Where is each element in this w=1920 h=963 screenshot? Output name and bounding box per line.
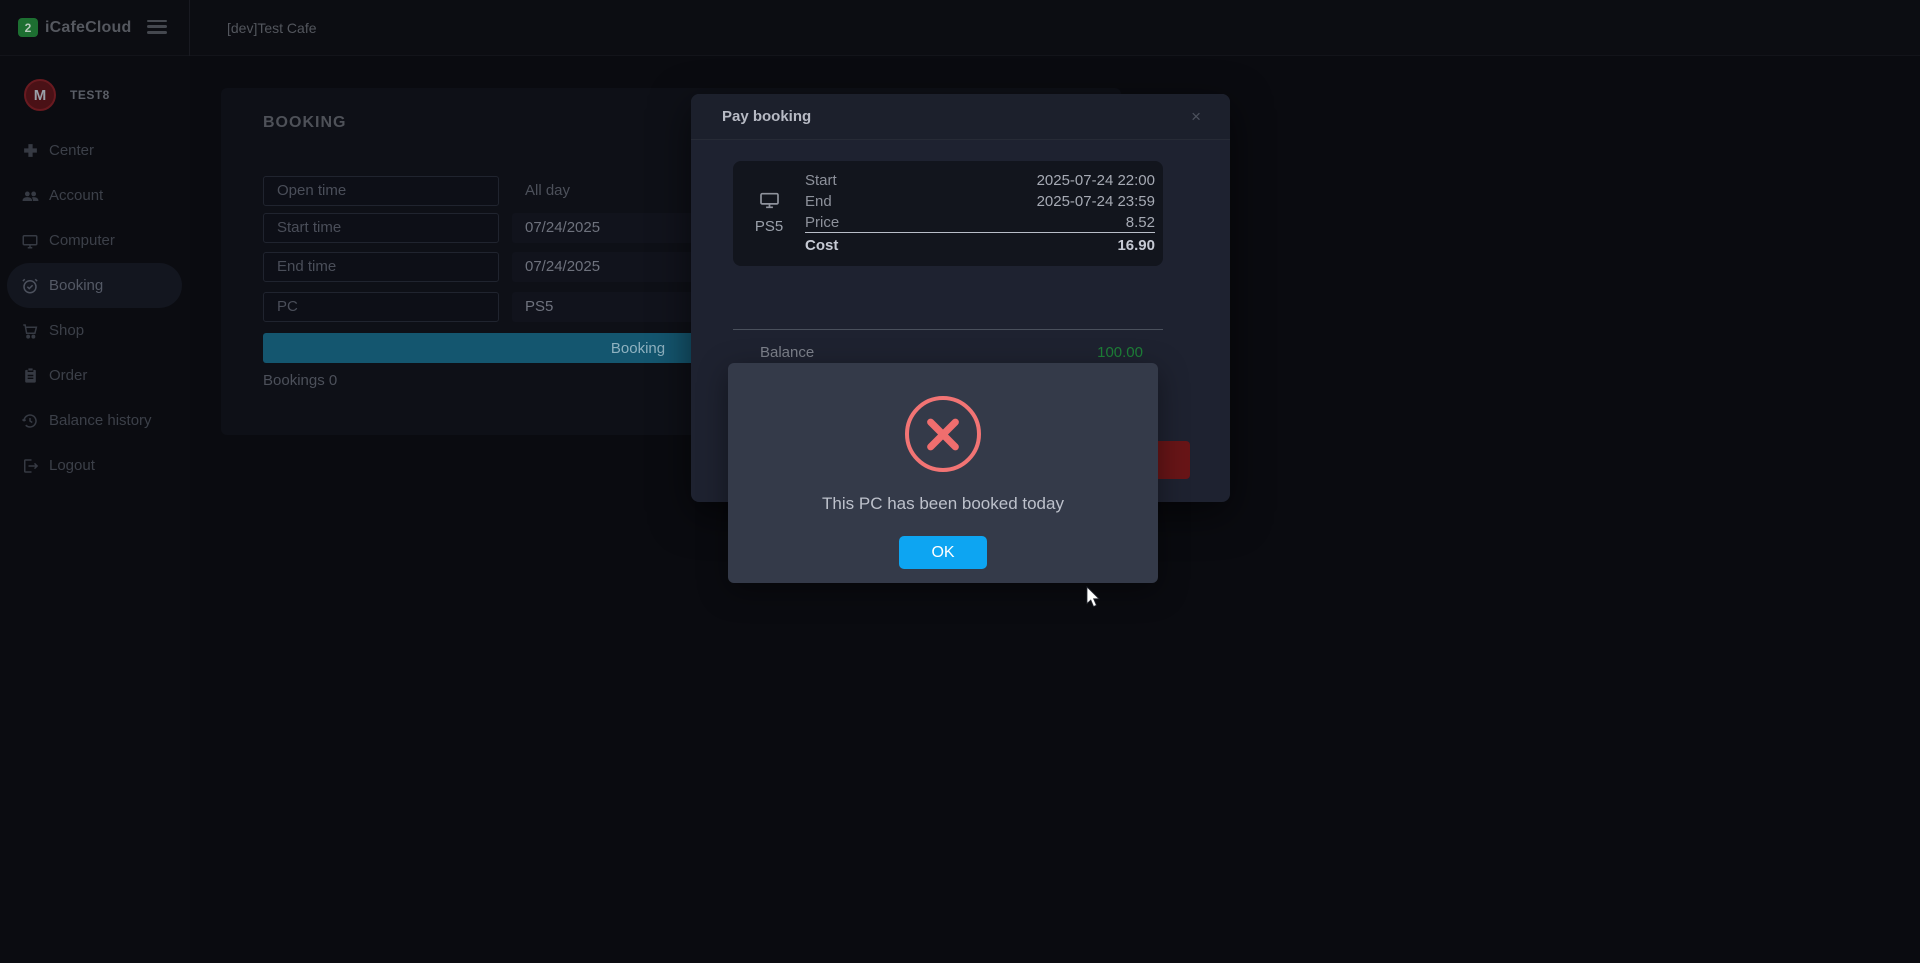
open-time-label: Open time — [263, 176, 499, 206]
detail-column: Start 2025-07-24 22:00 End 2025-07-24 23… — [805, 161, 1163, 266]
close-icon[interactable]: × — [1191, 108, 1201, 125]
sidebar-item-label: Logout — [49, 457, 95, 474]
sidebar-item-account[interactable]: Account — [7, 173, 182, 218]
sidebar-item-shop[interactable]: Shop — [7, 308, 182, 353]
avatar[interactable]: M — [24, 79, 56, 111]
modal-header: Pay booking × — [691, 94, 1230, 140]
computer-icon — [20, 231, 40, 251]
detail-value: 2025-07-24 23:59 — [1037, 193, 1155, 210]
sidebar-item-label: Shop — [49, 322, 84, 339]
booking-icon — [20, 276, 40, 296]
sidebar-item-balance-history[interactable]: Balance history — [7, 398, 182, 443]
sidebar-item-label: Account — [49, 187, 103, 204]
sidebar-item-center[interactable]: Center — [7, 128, 182, 173]
menu-toggle-icon[interactable] — [147, 20, 167, 35]
detail-label: End — [805, 193, 832, 210]
detail-label: Start — [805, 172, 837, 189]
detail-label: Cost — [805, 237, 838, 254]
balance-row: Balance 100.00 — [691, 342, 1230, 362]
account-icon — [20, 186, 40, 206]
detail-row-price: Price 8.52 — [805, 212, 1155, 233]
sidebar-item-computer[interactable]: Computer — [7, 218, 182, 263]
sidebar-item-logout[interactable]: Logout — [7, 443, 182, 488]
end-time-label: End time — [263, 252, 499, 282]
logout-icon — [20, 456, 40, 476]
detail-value: 16.90 — [1117, 237, 1155, 254]
sidebar: M TEST8 Center Account Computer Boo — [0, 56, 190, 963]
page-title: BOOKING — [263, 114, 346, 132]
sidebar-item-label: Center — [49, 142, 94, 159]
device-name: PS5 — [755, 218, 783, 235]
detail-value: 8.52 — [1126, 214, 1155, 231]
modal-title: Pay booking — [722, 108, 811, 125]
user-row: M TEST8 — [0, 79, 190, 111]
brand-logo-icon: 2 — [18, 18, 38, 37]
sidebar-item-label: Computer — [49, 232, 115, 249]
sidebar-item-label: Balance history — [49, 412, 152, 429]
user-name: TEST8 — [70, 88, 110, 102]
order-icon — [20, 366, 40, 386]
sidebar-item-label: Order — [49, 367, 87, 384]
sidebar-nav: Center Account Computer Booking Shop — [0, 128, 190, 488]
cafe-title: [dev]Test Cafe — [227, 20, 317, 36]
brand-name: iCafeCloud — [45, 19, 131, 37]
device-column: PS5 — [733, 161, 805, 266]
error-x-icon — [905, 396, 981, 472]
shop-icon — [20, 321, 40, 341]
sidebar-item-label: Booking — [49, 277, 103, 294]
balance-value: 100.00 — [1097, 344, 1143, 361]
bookings-count: Bookings 0 — [263, 372, 337, 389]
detail-row-cost: Cost 16.90 — [805, 233, 1155, 255]
history-icon — [20, 411, 40, 431]
mouse-cursor — [1086, 586, 1103, 614]
center-icon — [20, 141, 40, 161]
alert-message: This PC has been booked today — [822, 494, 1064, 514]
sidebar-item-booking[interactable]: Booking — [7, 263, 182, 308]
detail-row-end: End 2025-07-24 23:59 — [805, 191, 1155, 212]
monitor-icon — [759, 192, 780, 214]
modal-divider — [733, 329, 1163, 330]
topbar: 2 iCafeCloud [dev]Test Cafe — [0, 0, 1920, 56]
pc-label: PC — [263, 292, 499, 322]
balance-label: Balance — [760, 344, 814, 361]
detail-value: 2025-07-24 22:00 — [1037, 172, 1155, 189]
device-summary-card: PS5 Start 2025-07-24 22:00 End 2025-07-2… — [733, 161, 1163, 266]
sidebar-item-order[interactable]: Order — [7, 353, 182, 398]
detail-label: Price — [805, 214, 839, 231]
start-time-label: Start time — [263, 213, 499, 243]
detail-row-start: Start 2025-07-24 22:00 — [805, 170, 1155, 191]
alert-dialog: This PC has been booked today OK — [728, 363, 1158, 583]
brand: 2 iCafeCloud — [0, 0, 190, 56]
ok-button[interactable]: OK — [899, 536, 987, 569]
